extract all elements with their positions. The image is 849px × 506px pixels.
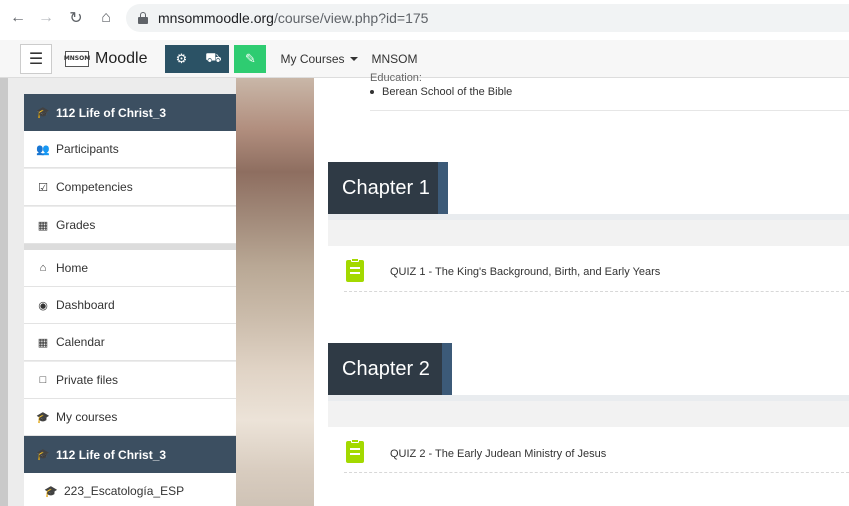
sitemap-button[interactable]: ⛟: [197, 45, 229, 73]
drawer-item-label: Private files: [56, 373, 119, 387]
summary-divider: [370, 110, 849, 111]
graduation-cap-icon: 🎓: [36, 449, 50, 461]
chapter-tab-edge: [442, 343, 452, 395]
check-square-icon: ☑: [38, 181, 48, 194]
cogs-icon: ⚙: [175, 50, 188, 66]
graduation-cap-icon: 🎓: [44, 485, 58, 498]
chapter-title-text: Chapter 2: [342, 357, 430, 380]
drawer-item-label: Dashboard: [56, 298, 115, 312]
activity-divider: [344, 291, 849, 292]
drawer-item-dashboard[interactable]: ◉ Dashboard: [24, 287, 244, 324]
calendar-icon: ▦: [37, 336, 49, 349]
drawer-item-label: Competencies: [56, 180, 133, 194]
chapter-title-text: Chapter 1: [342, 176, 430, 199]
edit-icon: ✎: [245, 50, 256, 66]
forward-arrow-icon[interactable]: →: [34, 6, 58, 30]
summary-bullet-text: Berean School of the Bible: [382, 86, 513, 98]
quiz-1-activity[interactable]: QUIZ 1 - The King's Background, Birth, a…: [328, 248, 849, 296]
edit-mode-button[interactable]: ✎: [234, 44, 267, 73]
drawer-item-label: Calendar: [56, 335, 105, 349]
summary-section: Education: Berean School of the Bible: [342, 72, 849, 111]
site-link-label: MNSOM: [371, 51, 418, 66]
drawer-item-private-files[interactable]: □ Private files: [24, 362, 244, 399]
drawer-item-my-courses[interactable]: 🎓 My courses: [24, 399, 244, 436]
reload-icon[interactable]: ↻: [64, 6, 88, 30]
site-brand[interactable]: MNSOM Moodle: [64, 49, 148, 68]
drawer-item-other-course[interactable]: 🎓 223_Escatología_ESP: [24, 473, 244, 506]
admin-tools: ⚙ ⛟: [165, 44, 230, 73]
chapter-tab-edge: [438, 162, 448, 214]
lock-icon: [138, 12, 148, 24]
address-bar[interactable]: mnsommoodle.org/course/view.php?id=175: [126, 4, 849, 32]
quiz-2-activity[interactable]: QUIZ 2 - The Early Judean Ministry of Je…: [328, 430, 849, 478]
quiz-1-link[interactable]: QUIZ 1 - The King's Background, Birth, a…: [390, 266, 660, 278]
dashboard-icon: ◉: [38, 299, 48, 312]
chapter-2-title[interactable]: Chapter 2: [328, 343, 442, 395]
quiz-icon: [346, 439, 364, 463]
chapter-band: [328, 220, 849, 246]
drawer-toggle-button[interactable]: ☰: [20, 43, 52, 74]
drawer-item-label: Participants: [56, 142, 119, 156]
drawer-course-header[interactable]: 🎓 112 Life of Christ_3: [24, 94, 244, 131]
chapter-2-header: Chapter 2: [328, 343, 849, 427]
drawer-item-calendar[interactable]: ▦ Calendar: [24, 324, 244, 361]
file-icon: □: [39, 374, 47, 386]
quiz-2-link[interactable]: QUIZ 2 - The Early Judean Ministry of Je…: [390, 448, 606, 460]
drawer-item-label: 112 Life of Christ_3: [56, 105, 167, 120]
site-logo: MNSOM: [64, 50, 90, 67]
nav-drawer: 🎓 112 Life of Christ_3 👥 Participants ☑ …: [8, 78, 244, 506]
site-link[interactable]: MNSOM: [372, 52, 418, 66]
cogs-button[interactable]: ⚙: [165, 45, 197, 73]
drawer-item-competencies[interactable]: ☑ Competencies: [24, 169, 244, 206]
quiz-icon: [346, 258, 364, 282]
background-image: [236, 78, 314, 506]
graduation-cap-icon: 🎓: [36, 107, 50, 119]
site-name: Moodle: [95, 49, 148, 67]
url-host: mnsommoodle.org: [158, 10, 274, 26]
drawer-item-grades[interactable]: ▦ Grades: [24, 207, 244, 244]
browser-toolbar: ← → ↻ ⌂ mnsommoodle.org/course/view.php?…: [0, 0, 849, 36]
home-icon[interactable]: ⌂: [94, 6, 118, 30]
drawer-item-current-course[interactable]: 🎓 112 Life of Christ_3: [24, 436, 244, 473]
bullet-icon: [370, 90, 374, 94]
activity-divider: [344, 472, 849, 473]
home-icon: ⌂: [39, 262, 47, 274]
chapter-1-header: Chapter 1: [328, 162, 849, 246]
caret-down-icon: [349, 56, 358, 61]
chapter-band: [328, 401, 849, 427]
course-content: Education: Berean School of the Bible Ch…: [314, 72, 849, 506]
drawer-item-label: 112 Life of Christ_3: [56, 447, 167, 462]
drawer-item-label: My courses: [56, 410, 118, 424]
drawer-item-label: 223_Escatología_ESP: [64, 484, 185, 498]
sitemap-icon: ⛟: [205, 49, 222, 65]
graduation-cap-icon: 🎓: [36, 411, 50, 424]
my-courses-menu[interactable]: My Courses: [280, 51, 358, 66]
back-arrow-icon[interactable]: ←: [6, 6, 30, 30]
url-path: /course/view.php?id=175: [273, 10, 429, 26]
users-icon: 👥: [36, 143, 50, 156]
left-gutter: [0, 78, 8, 506]
summary-cut-text: Education:: [370, 72, 422, 84]
drawer-item-label: Home: [56, 261, 89, 275]
drawer-item-label: Grades: [56, 218, 96, 232]
drawer-item-participants[interactable]: 👥 Participants: [24, 131, 244, 168]
chapter-1-title[interactable]: Chapter 1: [328, 162, 438, 214]
table-icon: ▦: [37, 219, 49, 232]
my-courses-label: My Courses: [280, 51, 345, 66]
summary-bullet: Berean School of the Bible: [370, 86, 512, 98]
site-navbar: ☰ MNSOM Moodle ⚙ ⛟ ✎ My Courses MNSOM: [0, 40, 849, 78]
drawer-item-home[interactable]: ⌂ Home: [24, 250, 244, 287]
